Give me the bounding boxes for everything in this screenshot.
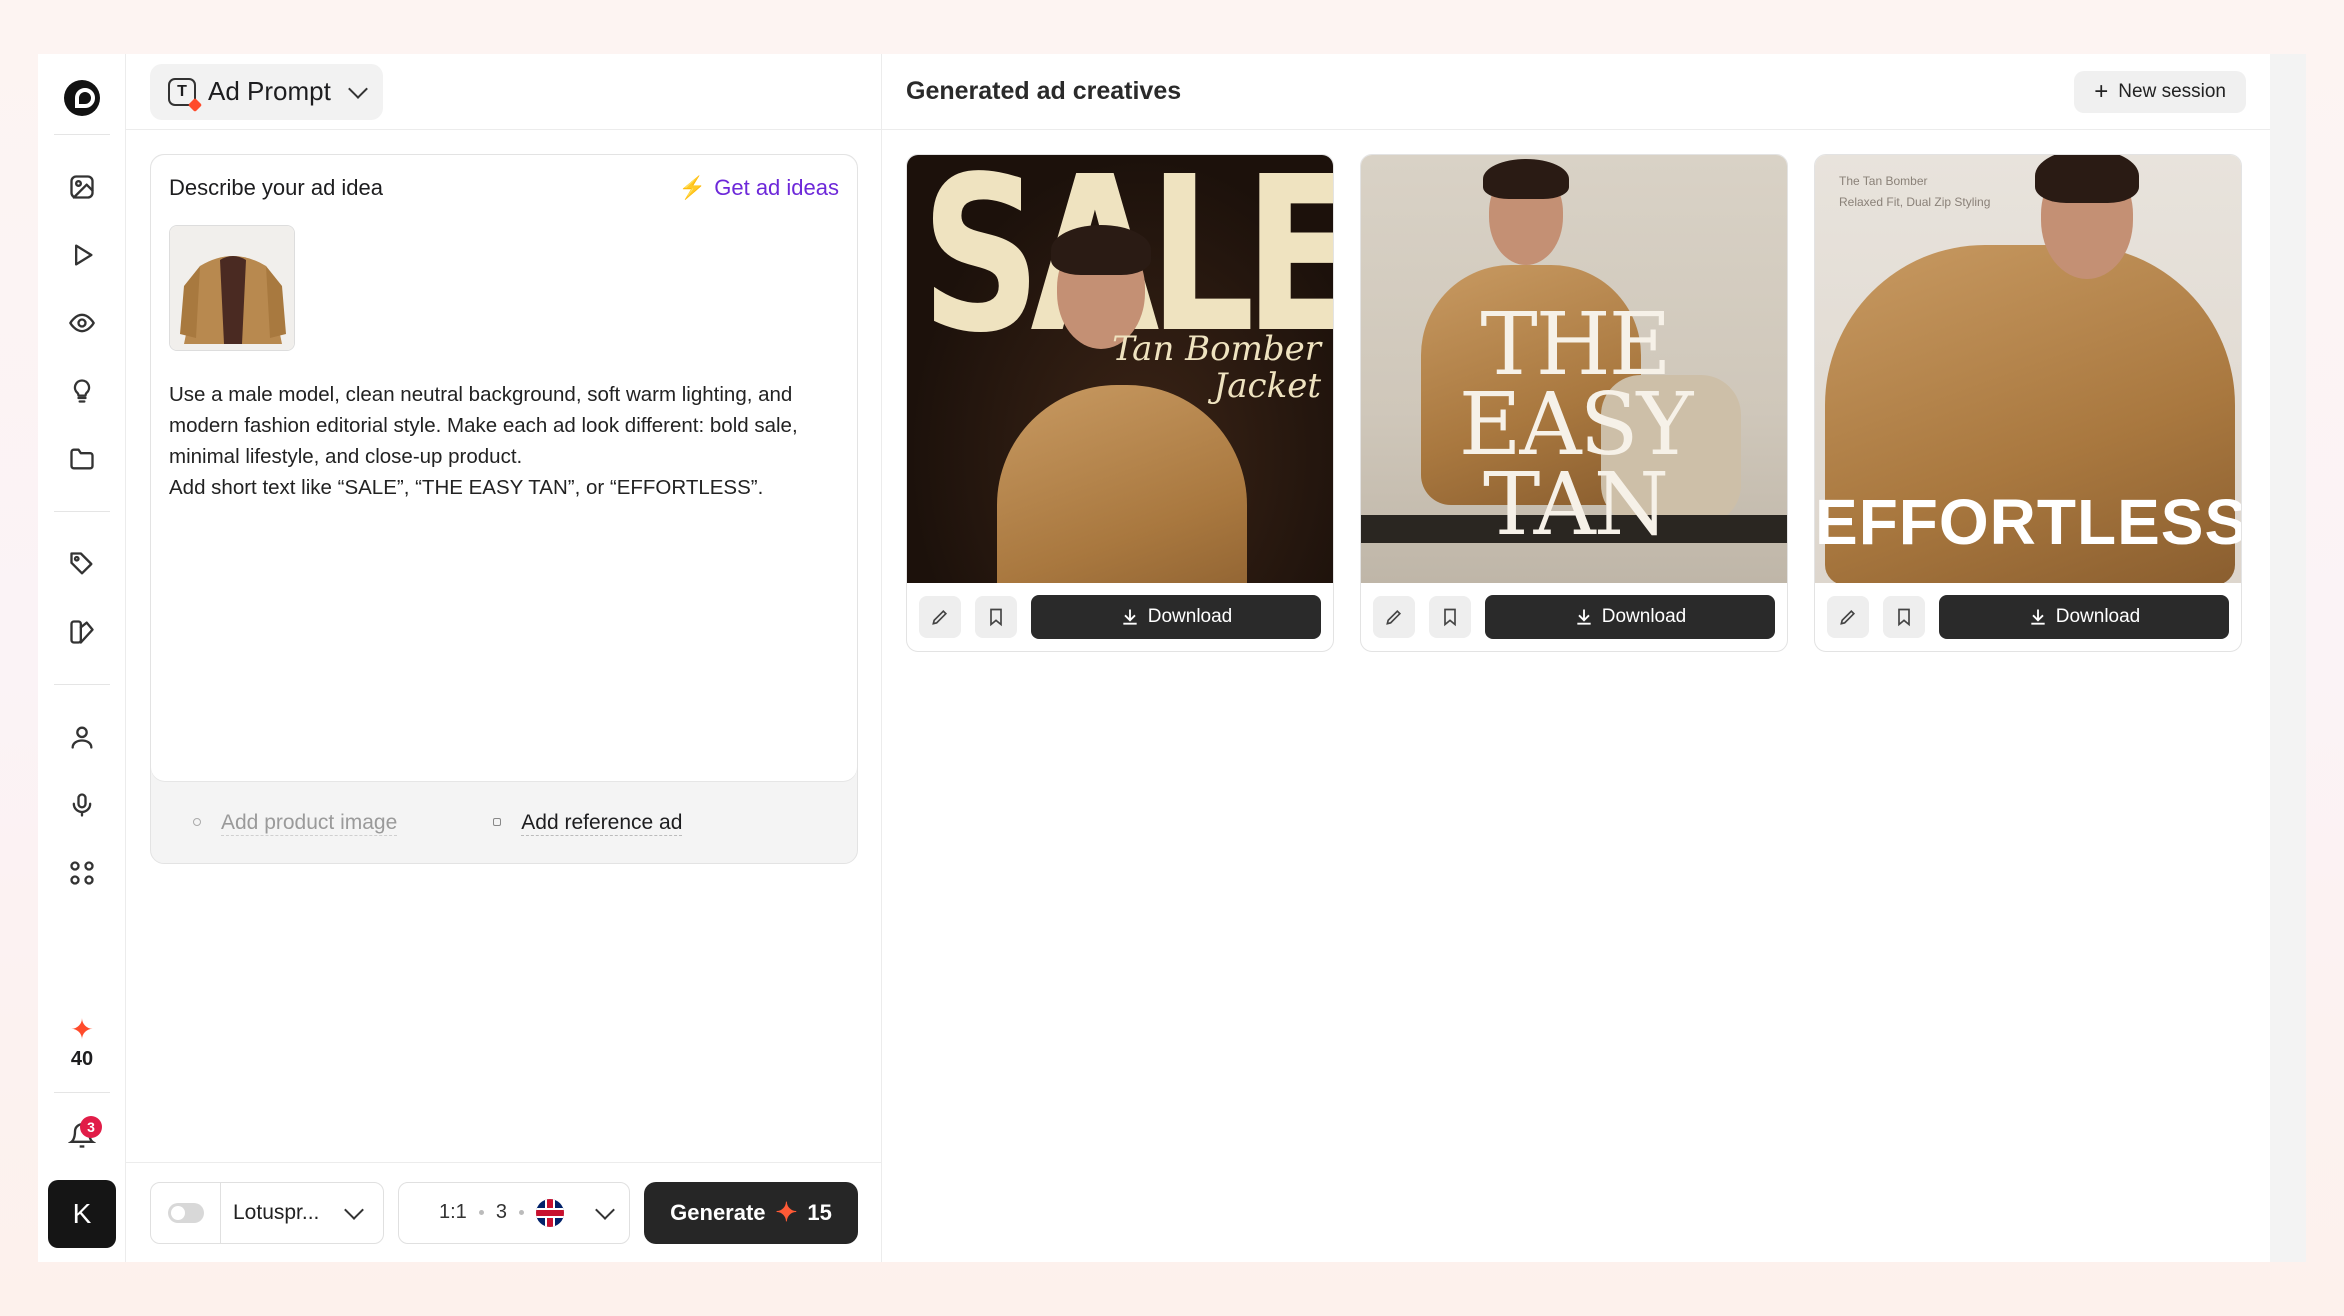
creatives-grid: SALE Tan Bomber Jacket Download (906, 154, 2242, 652)
download-icon (1123, 609, 1137, 625)
left-rail: ✦ 40 3 K (38, 54, 126, 1262)
notification-badge: 3 (80, 1116, 102, 1138)
credit-star-icon: ✦ (775, 1197, 798, 1227)
model-selector[interactable]: Lotuspr... (150, 1181, 384, 1244)
prompt-card: Describe your ad idea ⚡ Get ad ideas Use… (150, 154, 858, 864)
pencil-icon (1840, 609, 1856, 625)
bookmark-icon (1898, 608, 1910, 627)
model-toggle[interactable] (151, 1182, 221, 1243)
save-button[interactable] (975, 596, 1017, 638)
rail-divider (53, 134, 110, 135)
creative-card: The Tan Bomber Relaxed Fit, Dual Zip Sty… (1814, 154, 2242, 652)
results-title: Generated ad creatives (906, 77, 1182, 105)
edit-button[interactable] (919, 596, 961, 638)
count-value: 3 (495, 1201, 507, 1223)
brand-logo-icon[interactable] (63, 80, 100, 116)
card-actions: Download (907, 583, 1333, 651)
save-button[interactable] (1883, 596, 1925, 638)
mode-selector[interactable]: T Ad Prompt (150, 63, 383, 120)
edit-button[interactable] (1373, 596, 1415, 638)
integrations-icon[interactable] (60, 851, 104, 895)
aspect-ratio-value: 1:1 (439, 1201, 467, 1223)
generate-label: Generate (670, 1199, 766, 1225)
play-icon[interactable] (60, 233, 104, 277)
prompt-card-title: Describe your ad idea (169, 175, 384, 200)
app-window: ✦ 40 3 K T Ad Prompt Describe your ad id… (38, 54, 2306, 1262)
pencil-icon (932, 609, 948, 625)
rail-divider (53, 684, 110, 685)
notifications-button[interactable]: 3 (60, 1114, 104, 1158)
chevron-down-icon (595, 1199, 615, 1220)
new-session-label: New session (2118, 80, 2226, 102)
prompt-panel: T Ad Prompt Describe your ad idea ⚡ Get … (126, 54, 882, 1262)
text-prompt-icon: T (168, 77, 196, 106)
uk-flag-icon (535, 1198, 564, 1227)
save-button[interactable] (1429, 596, 1471, 638)
product-image-icon (193, 817, 201, 826)
download-icon (1577, 609, 1591, 625)
mode-label: Ad Prompt (208, 76, 331, 106)
creative-card: SALE Tan Bomber Jacket Download (906, 154, 1334, 652)
product-image-thumbnail[interactable] (169, 225, 295, 351)
results-panel: Generated ad creatives + New session SAL… (882, 54, 2306, 1262)
creative-headline: THE EASY TAN (1458, 295, 1694, 555)
creative-small-text: The Tan Bomber Relaxed Fit, Dual Zip Sty… (1839, 174, 1991, 209)
prompt-panel-header: T Ad Prompt (126, 54, 881, 130)
microphone-icon[interactable] (60, 783, 104, 827)
edit-button[interactable] (1827, 596, 1869, 638)
lightbulb-icon[interactable] (60, 369, 104, 413)
download-button[interactable]: Download (1939, 595, 2229, 639)
download-button[interactable]: Download (1485, 595, 1775, 639)
model-label: Lotuspr... (233, 1200, 320, 1224)
output-options-selector[interactable]: 1:1 3 (398, 1181, 630, 1244)
image-icon[interactable] (60, 165, 104, 209)
download-button[interactable]: Download (1031, 595, 1321, 639)
credits-star-icon: ✦ (70, 1014, 94, 1045)
add-reference-ad-button[interactable]: Add reference ad (493, 811, 683, 836)
creative-image[interactable]: The Tan Bomber Relaxed Fit, Dual Zip Sty… (1815, 155, 2242, 583)
card-actions: Download (1815, 583, 2241, 651)
user-icon[interactable] (60, 715, 104, 759)
bookmark-icon (990, 608, 1002, 627)
bookmark-icon (1444, 608, 1456, 627)
generate-cost: 15 (807, 1199, 832, 1225)
magic-wand-icon: ⚡ (678, 175, 707, 200)
brand-kit-icon[interactable] (60, 610, 104, 654)
avatar[interactable]: K (48, 1180, 116, 1248)
pencil-icon (1386, 609, 1402, 625)
results-header: Generated ad creatives + New session (882, 54, 2270, 130)
credits-counter[interactable]: ✦ 40 (38, 1016, 126, 1071)
get-ad-ideas-button[interactable]: ⚡ Get ad ideas (679, 175, 839, 201)
chevron-down-icon (347, 78, 368, 99)
reference-ad-icon (493, 817, 502, 826)
prompt-editor[interactable]: Describe your ad idea ⚡ Get ad ideas Use… (151, 155, 857, 781)
creative-image[interactable]: THE EASY TAN (1361, 155, 1787, 583)
chevron-down-icon (344, 1199, 364, 1220)
creative-subline: Tan Bomber Jacket (1112, 329, 1321, 407)
generate-bar: Lotuspr... 1:1 3 Generate ✦ 15 (126, 1162, 881, 1262)
prompt-text[interactable]: Use a male model, clean neutral backgrou… (169, 379, 839, 503)
new-session-button[interactable]: + New session (2074, 70, 2246, 113)
plus-icon: + (2094, 77, 2109, 105)
creative-image[interactable]: SALE Tan Bomber Jacket (907, 155, 1333, 583)
eye-scan-icon[interactable] (60, 301, 104, 345)
get-ad-ideas-label: Get ad ideas (714, 175, 839, 200)
rail-divider (53, 511, 110, 512)
rail-divider (54, 1092, 110, 1093)
card-actions: Download (1361, 583, 1787, 651)
tag-icon[interactable] (60, 542, 104, 586)
scrollbar[interactable] (2270, 54, 2306, 1262)
creative-headline: EFFORTLESS (1815, 486, 2242, 558)
credits-value: 40 (70, 1048, 94, 1070)
add-product-image-button[interactable]: Add product image (193, 811, 398, 836)
folder-icon[interactable] (60, 437, 104, 481)
generate-button[interactable]: Generate ✦ 15 (644, 1181, 858, 1244)
download-icon (2031, 609, 2045, 625)
creative-card: THE EASY TAN Download (1360, 154, 1788, 652)
prompt-attachments: Add product image Add reference ad (151, 781, 857, 863)
